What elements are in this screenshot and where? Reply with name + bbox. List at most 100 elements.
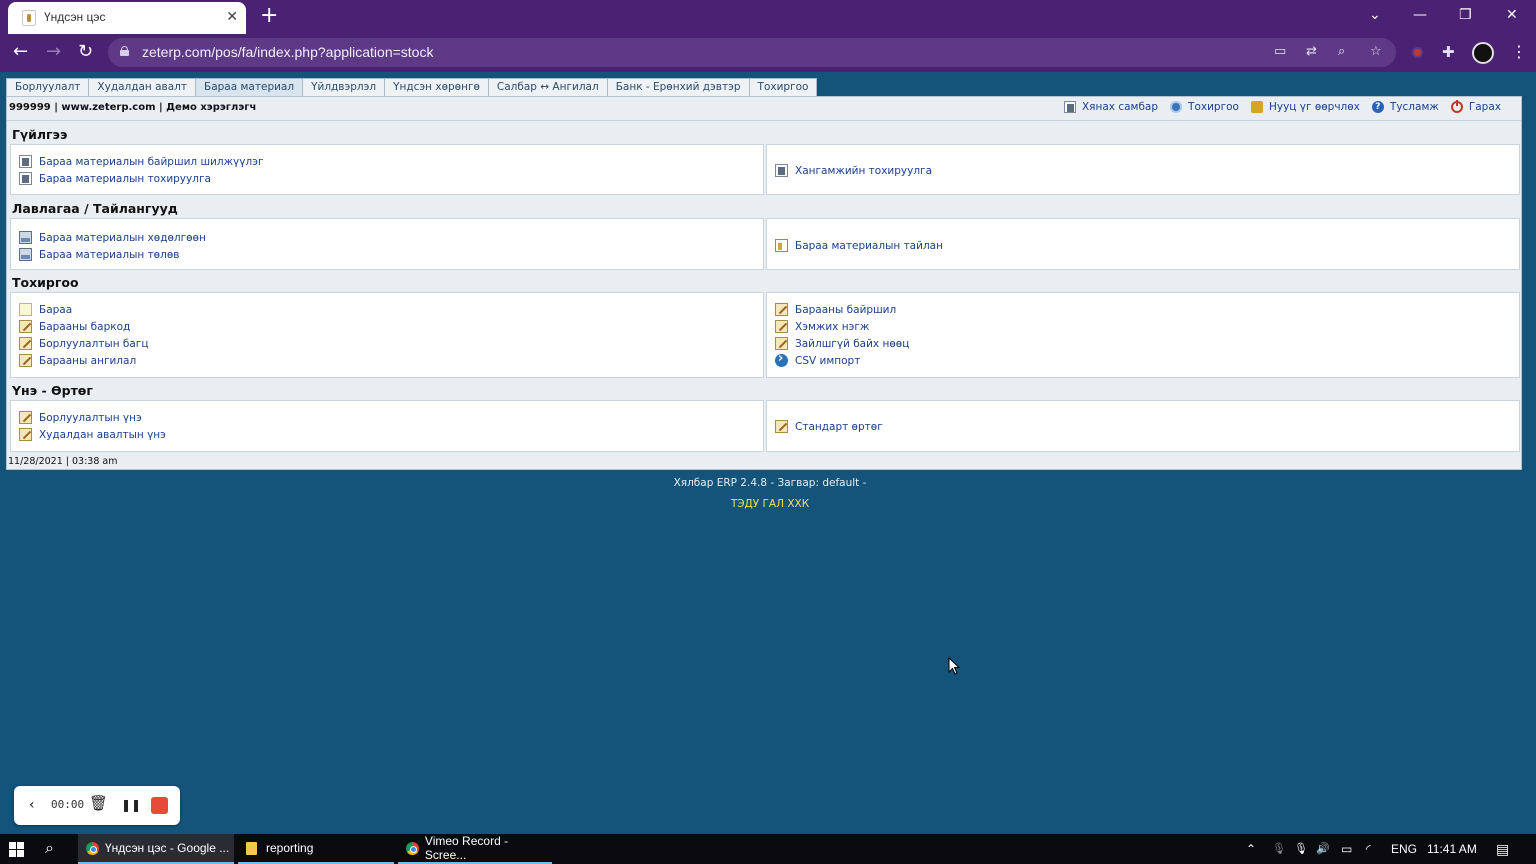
- forward-button[interactable]: →: [46, 42, 61, 62]
- taskbar-app-chrome-main[interactable]: Үндсэн цэс - Google ...: [78, 834, 234, 864]
- menu-link[interactable]: Бараа материалын тайлан: [767, 237, 1519, 254]
- menu-link-label[interactable]: Худалдан авалтын үнэ: [39, 429, 166, 441]
- menu-link[interactable]: Борлуулалтын багц: [11, 335, 763, 352]
- menu-link[interactable]: Бараа: [11, 301, 763, 318]
- menu-link[interactable]: Борлуулалтын үнэ: [11, 409, 763, 426]
- menu-link[interactable]: Бараа материалын тохируулга: [11, 170, 763, 187]
- module-tab[interactable]: Борлуулалт: [6, 78, 90, 96]
- taskbar-app-reporting[interactable]: reporting: [238, 834, 394, 864]
- menu-link-label[interactable]: Борлуулалтын үнэ: [39, 412, 142, 424]
- window-minimize-button[interactable]: —: [1413, 6, 1427, 24]
- module-tab[interactable]: Худалдан авалт: [88, 78, 196, 96]
- zoom-icon[interactable]: ⌕: [1338, 44, 1345, 60]
- notification-icon[interactable]: ▤: [1496, 841, 1509, 857]
- menu-link[interactable]: Стандарт өртөг: [767, 418, 1519, 435]
- module-tab[interactable]: Үйлдвэрлэл: [302, 78, 386, 96]
- back-button[interactable]: ←: [13, 42, 28, 62]
- language-indicator[interactable]: ENG: [1391, 841, 1417, 857]
- stack-icon: [19, 231, 32, 244]
- microphone-icon[interactable]: 🎙: [1294, 841, 1308, 857]
- lock-icon[interactable]: [120, 46, 129, 56]
- module-tab[interactable]: Бараа материал: [195, 78, 304, 96]
- module-tab[interactable]: Банк - Ерөнхий дэвтэр: [606, 78, 750, 96]
- tray-chevron-icon[interactable]: ⌃: [1246, 841, 1256, 857]
- menu-link-label[interactable]: Бараа: [39, 304, 72, 316]
- extensions-puzzle-icon[interactable]: ✚: [1442, 44, 1455, 60]
- battery-icon[interactable]: ▭: [1341, 841, 1352, 857]
- reload-button[interactable]: ↻: [78, 42, 93, 62]
- volume-icon[interactable]: 🔊: [1316, 841, 1330, 857]
- menu-link-label[interactable]: Хангамжийн тохируулга: [795, 165, 932, 177]
- menu-link-label[interactable]: Бараа материалын тайлан: [795, 240, 943, 252]
- translate-icon[interactable]: ⇄: [1306, 44, 1317, 60]
- chrome-icon: [406, 841, 419, 855]
- doc-icon: [775, 164, 788, 177]
- search-icon[interactable]: ⌕: [45, 839, 54, 857]
- trash-icon[interactable]: 🗑: [89, 794, 108, 812]
- windows-start-icon[interactable]: [9, 842, 25, 858]
- menu-link-label[interactable]: Барааны байршил: [795, 304, 896, 316]
- menu-link[interactable]: Барааны баркод: [11, 318, 763, 335]
- menu-link[interactable]: Бараа материалын төлөв: [11, 246, 763, 263]
- menu-link-label[interactable]: Бараа материалын хөдөлгөөн: [39, 232, 206, 244]
- menu-link[interactable]: Барааны байршил: [767, 301, 1519, 318]
- window-restore-button[interactable]: ❐: [1459, 6, 1472, 24]
- clock[interactable]: 11:41 AM: [1427, 841, 1477, 857]
- settings-link[interactable]: Тохиргоо: [1170, 101, 1239, 113]
- menu-link[interactable]: Бараа материалын хөдөлгөөн: [11, 229, 763, 246]
- menu-link-label[interactable]: CSV импорт: [795, 355, 860, 367]
- url-text[interactable]: zeterp.com/pos/fa/index.php?application=…: [142, 44, 433, 60]
- tab-close-icon[interactable]: ✕: [226, 8, 238, 26]
- menu-link[interactable]: CSV импорт: [767, 351, 1519, 369]
- edit-icon: [775, 337, 788, 350]
- stop-recording-button[interactable]: [151, 797, 168, 814]
- browser-titlebar: Үндсэн цэс ✕ + ⌄ — ❐ ✕: [0, 0, 1536, 34]
- browser-menu-icon[interactable]: ⋮: [1511, 43, 1527, 61]
- pause-icon[interactable]: ❚❚: [121, 796, 141, 814]
- help-link[interactable]: ? Тусламж: [1371, 101, 1439, 113]
- menu-link[interactable]: Хэмжих нэгж: [767, 318, 1519, 335]
- wifi-icon[interactable]: ◜: [1366, 841, 1371, 857]
- menu-link-label[interactable]: Стандарт өртөг: [795, 421, 883, 433]
- menu-link-label[interactable]: Бараа материалын байршил шилжүүлэг: [39, 156, 263, 168]
- mic-tray-icon[interactable]: 🎙: [1272, 841, 1286, 857]
- bookmark-star-icon[interactable]: ☆: [1370, 44, 1382, 60]
- menu-link[interactable]: Барааны ангилал: [11, 352, 763, 369]
- change-password-link[interactable]: Нууц үг өөрчлөх: [1250, 101, 1360, 113]
- window-close-button[interactable]: ✕: [1506, 6, 1518, 24]
- section-title-settings: Тохиргоо: [12, 275, 79, 290]
- menu-link[interactable]: Худалдан авалтын үнэ: [11, 426, 763, 443]
- menu-link-label[interactable]: Бараа материалын тохируулга: [39, 173, 211, 185]
- menu-link-label[interactable]: Хэмжих нэгж: [795, 321, 869, 333]
- company-footer-link[interactable]: ТЭДУ ГАЛ ХХК: [0, 498, 1536, 510]
- header-links: Хянах самбар Тохиргоо Нууц үг өөрчлөх ? …: [1052, 100, 1501, 113]
- report-icon: [775, 239, 788, 252]
- recorder-collapse-icon[interactable]: ‹: [29, 796, 35, 814]
- address-bar[interactable]: zeterp.com/pos/fa/index.php?application=…: [108, 38, 1396, 67]
- menu-link[interactable]: Хангамжийн тохируулга: [767, 162, 1519, 179]
- module-tab[interactable]: Салбар ↔ Ангилал: [487, 78, 608, 96]
- menu-link-label[interactable]: Борлуулалтын багц: [39, 338, 148, 350]
- menu-link-label[interactable]: Барааны ангилал: [39, 355, 136, 367]
- menu-link[interactable]: Зайлшгүй байх нөөц: [767, 335, 1519, 352]
- menu-link[interactable]: Бараа материалын байршил шилжүүлэг: [11, 153, 763, 170]
- module-tab[interactable]: Тохиргоо: [748, 78, 818, 96]
- menu-link-label[interactable]: Бараа материалын төлөв: [39, 249, 179, 261]
- windows-taskbar: ⌕ Үндсэн цэс - Google ... reporting Vime…: [0, 834, 1536, 864]
- taskbar-app-vimeo[interactable]: Vimeo Record - Scree...: [398, 834, 552, 864]
- company-info: 999999 | www.zeterp.com | Демо хэрэглэгч: [9, 102, 257, 113]
- edit-icon: [775, 303, 788, 316]
- tab-search-dropdown-icon[interactable]: ⌄: [1369, 6, 1381, 24]
- menu-link-label[interactable]: Зайлшгүй байх нөөц: [795, 338, 909, 350]
- profile-avatar[interactable]: [1472, 42, 1494, 64]
- edit-icon: [19, 428, 32, 441]
- camera-icon[interactable]: ▭: [1274, 44, 1286, 60]
- recording-extension-icon[interactable]: [1412, 47, 1423, 58]
- browser-tab[interactable]: Үндсэн цэс ✕: [8, 2, 246, 34]
- dashboard-link[interactable]: Хянах самбар: [1063, 101, 1158, 113]
- menu-link-label[interactable]: Барааны баркод: [39, 321, 130, 333]
- new-tab-button[interactable]: +: [260, 5, 278, 27]
- module-tab[interactable]: Үндсэн хөрөнгө: [384, 78, 489, 96]
- note-icon: [19, 303, 32, 316]
- logout-link[interactable]: Гарах: [1450, 100, 1501, 113]
